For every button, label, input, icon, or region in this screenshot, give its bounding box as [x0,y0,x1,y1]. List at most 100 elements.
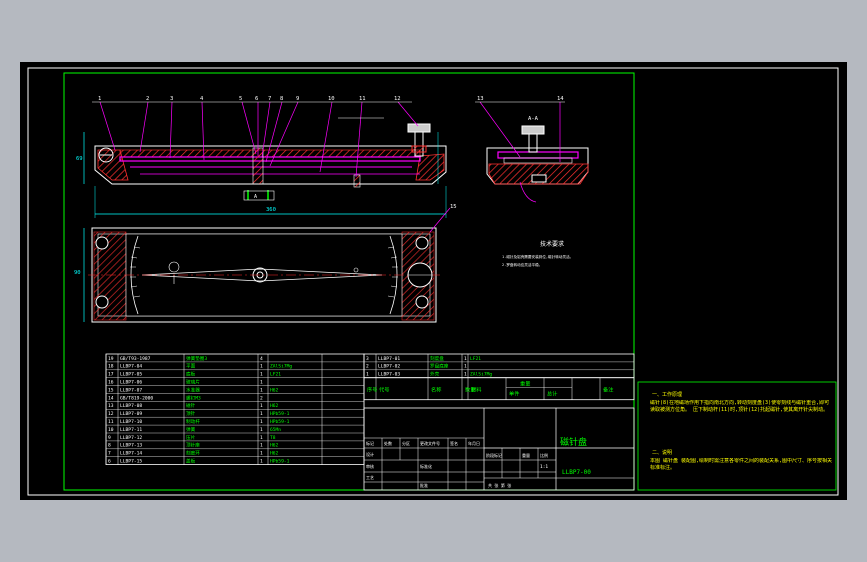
bom-cell-mat: H62 [270,451,279,457]
bom-cell-name: 弹簧垫圈3 [186,355,207,362]
bom-cell-no: 14 [108,395,114,401]
title-block: 磁针盘 LLBP7-00 1:1 阶段标记 重量 比例 共 张 第 张 标记 处… [363,407,635,491]
balloon-1: 1 [98,96,101,102]
balloon-5: 5 [239,96,242,102]
bom-cell-qty: 1 [260,451,263,457]
bom-cell-qty: 1 [260,380,263,386]
dim-width-plan: 90 [74,270,81,276]
tb-standard: 标准化 [420,463,432,469]
bom-cell-code: LLBP7-12 [120,435,142,441]
bom-cell-mat: LF21 [270,372,281,378]
balloon-9: 9 [296,96,299,102]
bom-cell-code: LLBP7-15 [120,459,142,465]
dim-height: 69 [76,156,83,162]
bom-cell-mat: T8 [270,435,276,441]
bom-right-cell-qty: 1 [464,356,467,362]
bom-right-cell-mat: ZAlSi7Mg [470,372,492,378]
tb-scale-label: 比例 [540,452,548,458]
bom-cell-qty: 1 [260,387,263,393]
bom-cell-mat: HPb59-1 [270,419,290,425]
tb-weight: 重量 [522,452,530,458]
drawing-code: LLBP7-00 [562,469,591,476]
bom-right-cell-qty: 1 [464,372,467,378]
balloon-11: 11 [359,96,366,102]
balloon-7: 7 [268,96,271,102]
bom-right-cell-no: 1 [366,372,369,378]
bom-right-cell-name: 罗盘底座 [430,363,449,370]
bom-cell-no: 8 [108,443,111,449]
bom-cell-mat: 65Mn [270,427,281,433]
bom-cell-name: 玻璃片 [186,379,200,386]
bom-header-7: 备注 [603,386,613,394]
balloon-14: 14 [557,96,564,102]
section-view-label: A-A [528,116,539,122]
bom-cell-no: 13 [108,403,114,409]
bom-cell-name: 水准器 [186,386,200,393]
bom-cell-qty: 1 [260,427,263,433]
balloon-6: 6 [255,96,258,102]
notes-title: 技术要求 [540,240,564,248]
plan-view [83,207,451,323]
bom-cell-qty: 1 [260,459,263,465]
bom-cell-code: LLBP7-13 [120,443,142,449]
bom-cell-no: 18 [108,364,114,370]
bom-cell-code: LLBP7-04 [120,364,142,370]
bom-cell-name: 弹簧 [186,426,196,433]
tb-approve: 批准 [420,482,428,488]
cad-viewport[interactable]: 1 2 3 4 5 6 7 8 9 10 11 12 360 69 90 A 1… [20,62,847,500]
bom-cell-qty: 4 [260,356,263,362]
right-notes-box: 一、工作原理 磁针(8)在地磁场作用下指向南北方向,转动刻度盘(3)使零刻线与磁… [637,381,837,491]
tb-zone: 分区 [402,440,410,446]
tb-review: 审核 [366,463,374,469]
balloon-15: 15 [450,204,457,210]
balloon-3: 3 [170,96,173,102]
bom-cell-name: 顶针 [186,410,196,417]
bom-cell-no: 10 [108,427,114,433]
bom-header-6: 总计 [547,390,557,398]
bom-cell-qty: 1 [260,403,263,409]
bom-cell-qty: 1 [260,435,263,441]
balloon-labels-front: 1 2 3 4 5 6 7 8 9 10 11 12 [98,96,401,102]
tb-sign: 签名 [450,440,458,446]
bom-header-weight: 重量 [520,380,530,388]
notes-line-1: 1.磁针及铝壳需要安装到位,磁针转动灵活。 [502,254,573,259]
balloon-12: 12 [394,96,401,102]
bom-cell-mat: HPb59-1 [270,459,290,465]
bom-cell-code: GB/T93-1987 [120,356,151,362]
bom-cell-name: 制动杆 [186,418,200,425]
notes-heading-2: 二、说明 [652,449,672,456]
bom-right-cell-mat: LF21 [470,356,481,362]
bom-cell-name: 盖板 [186,458,196,465]
bom-cell-no: 19 [108,356,114,362]
bom-right-cell-qty: 1 [464,364,467,370]
bom-cell-code: LLBP7-14 [120,451,142,457]
bom-right-cell-name: 外壳 [430,371,440,378]
bom-cell-code: GB/T819-2000 [120,395,153,401]
section-label-a: A [254,194,257,200]
bom-right-cell-code: LLBP7-03 [378,372,400,378]
bom-cell-no: 6 [108,459,111,465]
bom-cell-name: 刻度环 [186,450,200,457]
bom-cell-code: LLBP7-11 [120,427,142,433]
bom-cell-qty: 2 [260,395,263,401]
balloon-13: 13 [477,96,484,102]
notes-body-2: 本图 磁针盘 装配图,绘制时需注意各零件之间的装配关系,图中尺寸、序号按相关标准… [650,458,833,471]
tb-change: 更改文件号 [420,440,440,446]
bom-cell-name: 顶针座 [186,442,200,449]
bom-cell-no: 7 [108,451,111,457]
bom-cell-no: 16 [108,380,114,386]
bom-cell-name: 螺钉M3 [186,394,201,401]
bom-cell-mat: H62 [270,443,279,449]
bom-cell-code: LLBP7-10 [120,419,142,425]
bom-cell-name: 底板 [186,371,196,378]
balloon-8: 8 [280,96,283,102]
bom-right-cell-no: 2 [366,364,369,370]
bom-right-cell-code: LLBP7-01 [378,356,400,362]
bom-cell-name: 压片 [186,434,196,441]
bom-right-cell-no: 3 [366,356,369,362]
notes-heading-1: 一、工作原理 [652,391,682,398]
bom-cell-no: 11 [108,419,114,425]
bom-cell-name: 平面 [186,364,196,370]
bom-right-cell-code: LLBP7-02 [378,364,400,370]
bom-cell-code: LLBP7-05 [120,372,142,378]
